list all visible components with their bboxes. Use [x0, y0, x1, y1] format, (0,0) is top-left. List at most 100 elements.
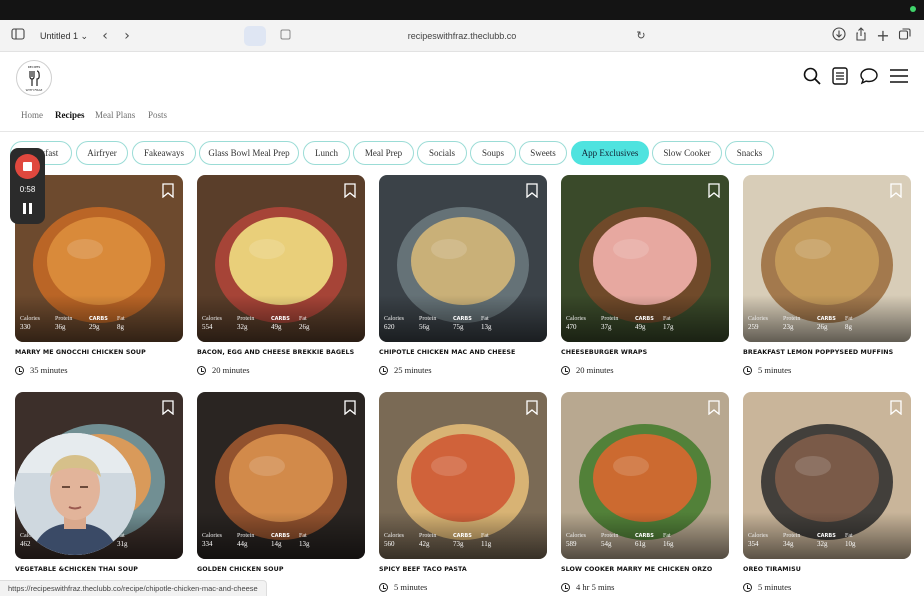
list-icon[interactable]: [830, 66, 850, 86]
fork-knife-logo-icon: RECIPES WITH FRAZ: [26, 65, 43, 92]
stop-recording-button[interactable]: [15, 154, 40, 179]
bookmark-icon[interactable]: [344, 400, 356, 415]
recipe-image[interactable]: Calories 354 Protein 34g CARBS 32g Fat 10g: [743, 392, 911, 559]
main-nav: Home Recipes Meal Plans Posts: [0, 100, 924, 132]
macro-value: 42g: [419, 540, 430, 548]
macro-value: 36g: [55, 323, 66, 331]
recipe-image[interactable]: Calories 259 Protein 23g CARBS 26g Fat 8g: [743, 175, 911, 342]
recipe-title[interactable]: Marry Me Gnocchi Chicken Soup: [15, 349, 183, 356]
bookmark-icon[interactable]: [890, 183, 902, 198]
recipe-title[interactable]: Chipotle Chicken Mac and Cheese: [379, 349, 547, 356]
recipe-title[interactable]: Spicy Beef Taco Pasta: [379, 566, 547, 573]
bookmark-icon[interactable]: [344, 183, 356, 198]
clock-icon: [379, 366, 388, 375]
macro-carbs: CARBS 29g: [89, 316, 108, 331]
macro-carbs: CARBS 32g: [817, 533, 836, 548]
recipe-title[interactable]: Cheeseburger Wraps: [561, 349, 729, 356]
macro-fat: Fat 8g: [845, 316, 853, 331]
recipe-image[interactable]: Calories 620 Protein 56g CARBS 75g Fat 13g: [379, 175, 547, 342]
recipe-image[interactable]: Calories 554 Protein 32g CARBS 49g Fat 26g: [197, 175, 365, 342]
hamburger-menu-icon[interactable]: [889, 66, 909, 86]
recipe-image[interactable]: Calories 470 Protein 37g CARBS 49g Fat 17g: [561, 175, 729, 342]
recipe-image[interactable]: Calories 589 Protein 54g CARBS 61g Fat 16g: [561, 392, 729, 559]
svg-text:WITH FRAZ: WITH FRAZ: [26, 88, 43, 92]
macro-summary: Calories 620 Protein 56g CARBS 75g Fat 13g: [384, 316, 542, 338]
macro-label: Calories: [566, 533, 586, 539]
recipe-title[interactable]: Bacon, Egg and Cheese Brekkie Bagels: [197, 349, 365, 356]
site-logo[interactable]: RECIPES WITH FRAZ: [16, 60, 52, 96]
chip-socials[interactable]: Socials: [417, 141, 467, 165]
download-icon[interactable]: [830, 27, 848, 45]
recipe-time-text: 20 minutes: [212, 365, 250, 375]
nav-home[interactable]: Home: [21, 110, 43, 120]
chat-icon[interactable]: [859, 66, 879, 86]
macro-summary: Calories 330 Protein 36g CARBS 29g Fat 8g: [20, 316, 178, 338]
recipe-title[interactable]: Slow Cooker Marry Me Chicken Orzo: [561, 566, 729, 573]
recipe-title[interactable]: Oreo Tiramisu: [743, 566, 911, 573]
recipe-title[interactable]: Golden Chicken Soup: [197, 566, 365, 573]
chip-soups[interactable]: Soups: [470, 141, 516, 165]
recipe-time-text: 20 minutes: [576, 365, 614, 375]
macro-protein: Protein 32g: [237, 316, 254, 331]
recipe-time: 5 minutes: [379, 582, 427, 592]
chip-airfryer[interactable]: Airfryer: [76, 141, 128, 165]
macro-protein: Protein 23g: [783, 316, 800, 331]
nav-meal-plans[interactable]: Meal Plans: [95, 110, 135, 120]
chip-meal-prep[interactable]: Meal Prep: [353, 141, 414, 165]
macro-value: 8g: [845, 323, 852, 331]
bookmark-icon[interactable]: [526, 400, 538, 415]
chip-app-exclusives[interactable]: App Exclusives: [571, 141, 649, 165]
chip-sweets[interactable]: Sweets: [519, 141, 567, 165]
sidebar-toggle-icon[interactable]: [9, 27, 27, 45]
plus-icon[interactable]: +: [874, 27, 892, 45]
macro-fat: Fat 17g: [663, 316, 674, 331]
nav-recipes[interactable]: Recipes: [55, 110, 85, 120]
reload-icon[interactable]: ↻: [632, 27, 650, 45]
chevron-right-icon[interactable]: ›: [118, 27, 136, 45]
recipe-title[interactable]: Breakfast Lemon Poppyseed Muffins: [743, 349, 911, 356]
webcam-overlay: [14, 433, 136, 555]
pause-icon[interactable]: [23, 203, 32, 214]
macro-fat: Fat 13g: [481, 316, 492, 331]
tabs-overview-icon[interactable]: [896, 27, 914, 45]
macro-label: CARBS: [89, 316, 108, 322]
bookmark-icon[interactable]: [708, 183, 720, 198]
bookmark-icon[interactable]: [890, 400, 902, 415]
site-header: RECIPES WITH FRAZ: [0, 52, 924, 100]
recipe-time-text: 5 minutes: [758, 582, 792, 592]
recipe-image[interactable]: Calories 334 Protein 44g CARBS 14g Fat 13g: [197, 392, 365, 559]
search-icon[interactable]: [802, 66, 822, 86]
chip-lunch[interactable]: Lunch: [303, 141, 350, 165]
macro-label: Calories: [384, 533, 404, 539]
chevron-left-icon[interactable]: ‹: [96, 27, 114, 45]
macro-calories: Calories 620: [384, 316, 404, 331]
macro-calories: Calories 259: [748, 316, 768, 331]
macro-label: Calories: [384, 316, 404, 322]
bookmark-icon[interactable]: [162, 400, 174, 415]
chip-slow-cooker[interactable]: Slow Cooker: [652, 141, 722, 165]
tab-group-title[interactable]: Untitled 1 ⌄: [34, 25, 94, 47]
macro-protein: Protein 37g: [601, 316, 618, 331]
macro-value: 330: [20, 323, 31, 331]
macro-label: Calories: [202, 533, 222, 539]
macro-label: Protein: [419, 533, 437, 539]
recipe-title[interactable]: Vegetable &Chicken Thai Soup: [15, 566, 183, 573]
tab-active-icon[interactable]: [244, 26, 266, 46]
chip-glass-bowl-meal-prep[interactable]: Glass Bowl Meal Prep: [199, 141, 299, 165]
macro-protein: Protein 36g: [55, 316, 72, 331]
bookmark-icon[interactable]: [162, 183, 174, 198]
share-icon[interactable]: [852, 27, 870, 45]
chip-fakeaways[interactable]: Fakeaways: [132, 141, 196, 165]
bookmark-icon[interactable]: [708, 400, 720, 415]
address-bar[interactable]: recipeswithfraz.theclubb.co: [270, 25, 654, 47]
recipe-image[interactable]: Calories 560 Protein 42g CARBS 73g Fat 11g: [379, 392, 547, 559]
recording-timer: 0:58: [19, 185, 36, 194]
macro-value: 8g: [117, 323, 124, 331]
macro-value: 31g: [117, 540, 128, 548]
chip-snacks[interactable]: Snacks: [725, 141, 774, 165]
nav-posts[interactable]: Posts: [148, 110, 167, 120]
macro-label: Fat: [845, 533, 853, 539]
macro-carbs: CARBS 26g: [817, 316, 836, 331]
macro-value: 56g: [419, 323, 430, 331]
bookmark-icon[interactable]: [526, 183, 538, 198]
